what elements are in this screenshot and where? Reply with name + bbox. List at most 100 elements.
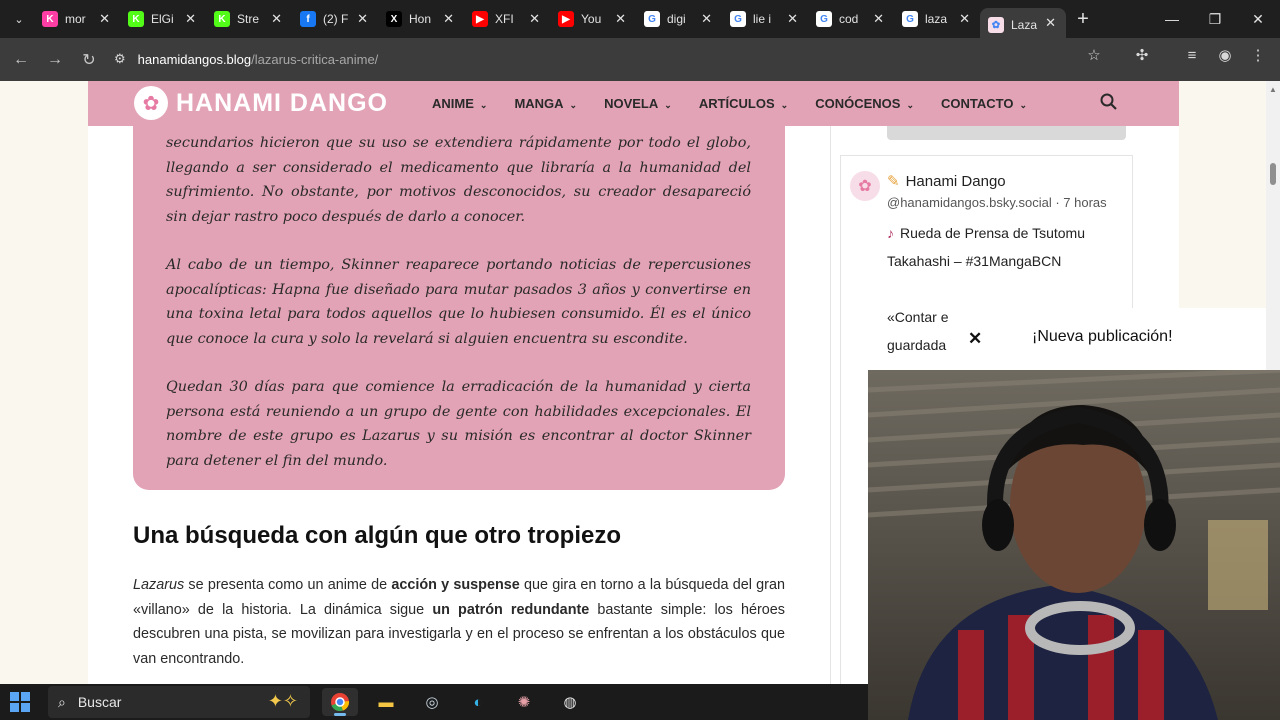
steam-icon[interactable]: ◎ (414, 688, 450, 716)
avatar[interactable]: ✿ (850, 171, 880, 201)
tab-close-icon[interactable]: ✕ (1045, 15, 1056, 31)
sakura-flower-icon: ✿ (134, 86, 168, 120)
browser-tab[interactable]: f (2) F ✕ (292, 4, 378, 34)
url-path: /lazarus-critica-anime/ (251, 51, 379, 67)
tab-search-chevron-icon[interactable]: ⌄ (4, 4, 34, 34)
browser-tab[interactable]: Gcod ✕ (808, 4, 894, 34)
tab-close-icon[interactable]: ✕ (701, 11, 712, 27)
chevron-down-icon: ⌄ (479, 100, 488, 110)
tab-title: lie i (753, 12, 772, 26)
post-text-line: Takahashi – #31MangaBCN (887, 253, 1062, 269)
browser-tab[interactable]: Kmor ✕ (34, 4, 120, 34)
browser-tab[interactable]: Glaza ✕ (894, 4, 980, 34)
menu-item[interactable]: CONÓCENOS ⌄ (815, 96, 914, 111)
browser-tab[interactable]: K ElGi ✕ (120, 4, 206, 34)
new-tab-plus-icon[interactable]: + (1066, 8, 1100, 31)
tab-close-icon[interactable]: ✕ (185, 11, 196, 27)
obs-icon[interactable]: ◍ (552, 688, 588, 716)
taskbar-search[interactable]: ⌕ Buscar ✦✧ (48, 686, 310, 718)
guitar-emoji-icon: ♪ (887, 225, 894, 241)
chevron-down-icon: ⌄ (569, 100, 578, 110)
search-icon: ⌕ (58, 693, 66, 710)
tab-close-icon[interactable]: ✕ (99, 11, 110, 27)
tab-title: (2) F (323, 12, 349, 26)
tab-close-icon[interactable]: ✕ (357, 11, 368, 27)
hanami-icon: ✿ (988, 17, 1004, 33)
chrome-icon[interactable] (322, 688, 358, 716)
post-handle[interactable]: @hanamidangos.bsky.social · 7 horas (887, 195, 1107, 210)
menu-item[interactable]: NOVELA ⌄ (604, 96, 672, 111)
image-placeholder (887, 126, 1126, 140)
tab-close-icon[interactable]: ✕ (271, 11, 282, 27)
kick-icon: K (214, 11, 230, 27)
chrome-menu-icon[interactable]: ⋮ (1246, 43, 1270, 67)
browser-tab[interactable]: ✿ Laza ✕ (980, 8, 1066, 42)
tab-close-icon[interactable]: ✕ (615, 11, 626, 27)
scrollbar-thumb[interactable] (1270, 163, 1276, 185)
edge-icon[interactable]: ◐ (460, 688, 496, 716)
tab-title: You (581, 12, 602, 26)
post-text-line: guardada (887, 337, 947, 353)
post-text-line: ♪ Rueda de Prensa de Tsutomu (887, 225, 1085, 241)
media-control-icon[interactable]: ≡ (1180, 43, 1204, 67)
search-icon[interactable] (1100, 93, 1118, 116)
chevron-down-icon: ⌄ (664, 100, 672, 110)
url-host: hanamidangos.blog (137, 51, 252, 67)
google-icon: G (644, 11, 660, 27)
post-text-line: «Contar e (887, 309, 949, 325)
scroll-up-arrow-icon[interactable]: ▲ (1269, 85, 1277, 94)
game-icon[interactable]: ✺ (506, 688, 542, 716)
profile-avatar-icon[interactable]: ◉ (1213, 43, 1237, 67)
webcam-overlay (868, 370, 1280, 720)
synopsis-paragraph: Al cabo de un tiempo, Skinner reaparece … (166, 257, 751, 347)
browser-tab[interactable]: Glie i ✕ (722, 4, 808, 34)
tab-close-icon[interactable]: ✕ (873, 11, 884, 27)
tab-close-icon[interactable]: ✕ (443, 11, 454, 27)
menu-item[interactable]: MANGA ⌄ (514, 96, 577, 111)
minimize-icon[interactable]: — (1150, 0, 1194, 38)
site-logo[interactable]: ✿ HANAMI DANGO (134, 86, 388, 120)
google-icon: G (816, 11, 832, 27)
google-icon: G (730, 11, 746, 27)
menu-item[interactable]: ARTÍCULOS ⌄ (699, 96, 788, 111)
address-bar[interactable]: ⚙ hanamidangos.blog/lazarus-critica-anim… (114, 43, 1074, 75)
browser-tab[interactable]: X Hon ✕ (378, 4, 464, 34)
browser-tab[interactable]: ▶ XFI ✕ (464, 4, 550, 34)
tab-close-icon[interactable]: ✕ (959, 11, 970, 27)
file-explorer-icon[interactable]: ▬ (368, 688, 404, 716)
browser-tab[interactable]: ▶ You ✕ (550, 4, 636, 34)
site-info-icon[interactable]: ⚙ (114, 51, 126, 67)
youtube-icon: ▶ (558, 11, 574, 27)
tab-close-icon[interactable]: ✕ (787, 11, 798, 27)
menu-item[interactable]: CONTACTO ⌄ (941, 96, 1027, 111)
new-post-notification[interactable]: ✕ ¡Nueva publicación! (948, 308, 1266, 370)
browser-tab-strip: ⌄ Kmor ✕ K ElGi ✕ K Stre ✕ f (2) F ✕ X Hon ✕ ▶ XFI ✕ ▶ You… (0, 0, 1280, 42)
tab-title: ElGi (151, 12, 174, 26)
windows-start-icon[interactable] (10, 692, 30, 712)
tab-title: XFI (495, 12, 514, 26)
bookmark-star-icon[interactable]: ☆ (1082, 43, 1106, 67)
back-arrow-icon[interactable]: ← (4, 43, 38, 77)
main-menu: ANIME ⌄ MANGA ⌄ NOVELA ⌄ ARTÍCULOS ⌄ CONÓCENOS ⌄ C… (432, 96, 1054, 111)
reload-icon[interactable]: ↻ (72, 43, 106, 77)
synopsis-paragraph: secundarios hicieron que su uso se exten… (166, 135, 751, 225)
tab-title: laza (925, 12, 948, 26)
forward-arrow-icon[interactable]: → (38, 43, 72, 77)
kick-icon: K (42, 11, 58, 27)
sidebar-divider (830, 126, 831, 684)
site-header: ✿ HANAMI DANGO ANIME ⌄ MANGA ⌄ NOVELA ⌄ ARTÍCU… (88, 81, 1179, 126)
tab-title: Stre (237, 12, 260, 26)
title-emphasis: Lazarus (133, 577, 185, 593)
extensions-puzzle-icon[interactable]: ✣ (1130, 43, 1154, 67)
close-icon[interactable]: ✕ (968, 329, 982, 349)
tab-close-icon[interactable]: ✕ (529, 11, 540, 27)
browser-tab[interactable]: Gdigi ✕ (636, 4, 722, 34)
post-author[interactable]: ✎ Hanami Dango (887, 172, 1006, 190)
chevron-down-icon: ⌄ (1019, 100, 1027, 110)
bold-phrase: un patrón redundante (432, 601, 590, 618)
browser-tab[interactable]: K Stre ✕ (206, 4, 292, 34)
close-window-icon[interactable]: ✕ (1236, 0, 1280, 38)
tab-title: Laza (1011, 18, 1038, 32)
menu-item[interactable]: ANIME ⌄ (432, 96, 487, 111)
restore-icon[interactable]: ❐ (1193, 0, 1237, 38)
